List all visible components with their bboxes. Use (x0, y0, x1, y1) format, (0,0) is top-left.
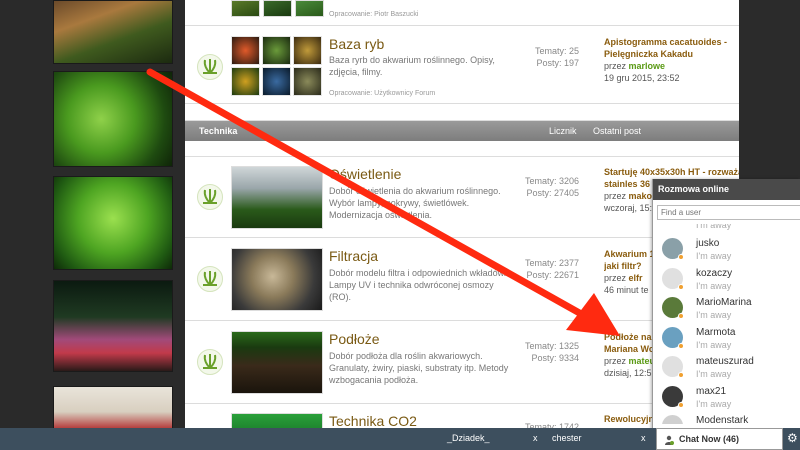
away-status-icon (678, 283, 684, 290)
forum-thumbnail (231, 166, 323, 229)
forum-leaf-icon (197, 349, 223, 375)
forum-description: Baza ryrb do akwarium roślinnego. Opisy,… (329, 55, 495, 77)
category-title-link[interactable]: Technika (199, 126, 237, 136)
last-post-user-link[interactable]: marlowe (629, 61, 666, 71)
close-icon[interactable]: x (641, 433, 646, 443)
forum-moderator: Opracowanie: Użytkownicy Forum (329, 90, 436, 97)
chat-user-item[interactable]: kozaczy I'm away (653, 264, 800, 294)
post-count: Posty: 27405 (526, 188, 579, 198)
chat-user-status: I'm away (696, 369, 732, 379)
forum-thumbnail (231, 331, 323, 394)
last-post: Apistogramma cacatuoides - Pielęgniczka … (604, 36, 738, 84)
post-count: Posty: 22671 (526, 270, 579, 280)
chat-user-name: kozaczy (696, 267, 733, 279)
forum-title-link[interactable]: Oświetlenie (329, 166, 401, 182)
chat-user-status: I'm away (696, 339, 732, 350)
chat-user-name: Marmota (696, 326, 736, 338)
forum-thumbnail (231, 0, 260, 17)
chat-user-item[interactable]: Marmota I'm away (653, 323, 800, 353)
chat-user-item[interactable]: MarioMarina I'm away (653, 293, 800, 323)
forum-stats: Tematy: 2377 Posty: 22671 (499, 257, 579, 281)
chat-user-status: I'm away (696, 398, 732, 409)
forum-description: Dobór oświetlenia do akwarium roślinnego… (329, 186, 501, 220)
last-post-user-link[interactable]: elfr (629, 273, 643, 283)
forum-leaf-icon (197, 184, 223, 210)
chat-user-item[interactable]: max21 I'm away (653, 382, 800, 412)
away-status-icon (678, 342, 684, 349)
aquarium-photo[interactable] (53, 0, 173, 64)
avatar (662, 415, 683, 424)
forum-stats: Tematy: 25 Posty: 197 (499, 45, 579, 69)
forum-thumbnail (231, 248, 323, 311)
forum-title-link[interactable]: Baza ryb (329, 36, 384, 52)
by-label: przez (604, 191, 627, 201)
post-count: Posty: 9334 (531, 353, 579, 363)
chat-header[interactable]: Rozmowa online (653, 179, 800, 200)
column-header-count: Licznik (549, 126, 577, 136)
chat-user-item[interactable]: mateuszurad I'm away (653, 352, 800, 382)
forum-title-link[interactable]: Podłoże (329, 331, 380, 347)
forum-leaf-icon (197, 54, 223, 80)
chat-user-status: I'm away (696, 280, 732, 291)
category-header-technika: Technika Licznik Ostatni post (185, 121, 739, 141)
chat-user-item[interactable]: Modenstark (653, 411, 800, 424)
topic-count: Tematy: 1325 (524, 341, 579, 351)
column-header-last-post: Ostatni post (593, 126, 642, 136)
spacer (185, 104, 739, 121)
online-chat-panel: Rozmowa online I'm awayjuskoI'm awaykoza… (652, 179, 800, 450)
chat-user-name: max21 (696, 385, 727, 397)
last-post-title-link[interactable]: Startuję 40x35x30h HT - rozważam (604, 166, 744, 178)
forum-description: Dobór podłoża dla roślin akwariowych. Gr… (329, 351, 509, 385)
chat-now-button[interactable]: Chat Now (46) (656, 428, 783, 450)
away-status-icon (678, 401, 684, 408)
forum-leaf-icon (197, 266, 223, 292)
chat-user-status: I'm away (696, 310, 732, 320)
sidebar-photo-strip (0, 0, 185, 450)
away-status-icon (678, 313, 684, 319)
users-icon (665, 435, 674, 445)
last-post-date: 19 gru 2015, 23:52 (604, 73, 680, 83)
aquarium-photo[interactable] (53, 71, 173, 167)
chat-user-item[interactable]: jusko I'm away (653, 234, 800, 264)
chat-tab[interactable]: chester (552, 433, 582, 443)
chat-user-item[interactable]: I'm away (653, 224, 800, 234)
chat-user-name: Modenstark (696, 415, 749, 424)
away-status-icon (678, 372, 684, 378)
topic-count: Tematy: 3206 (524, 176, 579, 186)
aquarium-photo[interactable] (53, 280, 173, 372)
forum-moderator: Opracowanie: Piotr Baszucki (329, 11, 419, 18)
chat-user-status: I'm away (696, 251, 732, 261)
chat-now-label: Chat Now (46) (679, 434, 740, 444)
topic-count: Tematy: 25 (534, 46, 579, 56)
forum-stats: Tematy: 3206 Posty: 27405 (499, 175, 579, 199)
by-label: przez (604, 61, 627, 71)
last-post-title-link[interactable]: Apistogramma cacatuoides - Pielęgniczka … (604, 36, 738, 60)
forum-row-baza-ryb: Baza ryb Baza ryrb do akwarium roślinneg… (185, 27, 739, 104)
spacer (185, 141, 739, 157)
by-label: przez (604, 273, 627, 283)
topic-count: Tematy: 2377 (524, 258, 579, 268)
chat-tab[interactable]: _Dziadek_ (447, 433, 490, 443)
gear-icon[interactable]: ⚙ (787, 431, 799, 445)
forum-title-link[interactable]: Filtracja (329, 248, 378, 264)
chat-user-status: I'm away (696, 224, 732, 230)
chat-user-name: mateuszurad (696, 356, 754, 367)
chat-user-list: I'm away jusko I'm away kozaczy I'm away Mari… (653, 224, 800, 424)
forum-thumbnail (263, 0, 292, 17)
forum-row: Opracowanie: Piotr Baszucki (185, 0, 739, 26)
forum-description: Dobór modelu filtra i odpowiednich wkład… (329, 268, 507, 302)
post-count: Posty: 197 (536, 58, 579, 68)
chat-user-name: MarioMarina (696, 297, 752, 308)
aquarium-photo[interactable] (53, 176, 173, 270)
forum-stats: Tematy: 1325 Posty: 9334 (499, 340, 579, 364)
find-user-input[interactable] (657, 205, 800, 220)
close-icon[interactable]: x (533, 433, 538, 443)
chat-user-name: jusko (696, 238, 720, 249)
away-status-icon (678, 254, 684, 260)
by-label: przez (604, 356, 627, 366)
forum-thumbnail (295, 0, 324, 17)
forum-title-link[interactable]: Technika CO2 (329, 413, 417, 429)
